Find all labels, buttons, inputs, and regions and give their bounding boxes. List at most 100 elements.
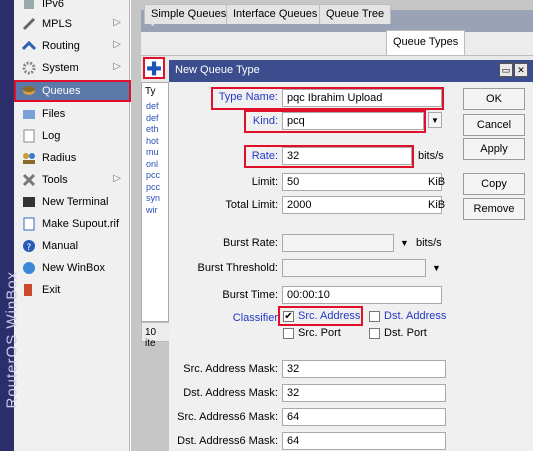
sidebar-item-new-winbox[interactable]: New WinBox [16,258,129,278]
sidebar-item-label: Make Supout.rif [42,218,120,230]
sidebar-item-make-supout[interactable]: Make Supout.rif [16,214,129,234]
exit-icon [22,283,36,297]
tools-icon [22,173,36,187]
src-address-label: Src. Address [298,310,361,322]
list-item[interactable]: syn [146,193,160,203]
src-address-mask-input[interactable]: 32 [282,360,446,378]
submenu-arrow-icon: ▷ [113,39,121,50]
submenu-arrow-icon: ▷ [113,173,121,184]
log-icon [22,129,36,143]
rate-label: Rate: [251,150,278,162]
list-item[interactable]: def [146,101,159,111]
dst-address-mask-label: Dst. Address Mask: [183,387,278,399]
list-item[interactable]: wir [146,205,158,215]
submenu-arrow-icon: ▷ [113,61,121,72]
svg-text:?: ? [27,243,32,253]
item-count: 10 ite [141,322,171,349]
tab-queue-tree[interactable]: Queue Tree [319,4,392,24]
gear-icon [22,61,36,75]
tab-simple-queues[interactable]: Simple Queues [144,4,234,24]
sidebar-item-queues[interactable]: Queues [14,80,131,102]
kind-label: Kind: [252,115,278,127]
total-limit-input[interactable]: 2000 [282,196,442,214]
help-icon: ? [22,239,36,253]
burst-rate-unit: bits/s [416,237,442,249]
column-header-type[interactable]: Ty [145,86,156,97]
list-item[interactable]: pcc [146,170,160,180]
terminal-icon [22,195,36,209]
dialog-title: New Queue Type [169,60,533,82]
sidebar-item-manual[interactable]: ? Manual [16,236,129,256]
radius-icon [22,151,36,165]
folder-icon [22,107,36,121]
list-item[interactable]: onl [146,159,158,169]
total-limit-label: Total Limit: [225,199,278,211]
sidebar-item-label: Queues [42,85,81,97]
limit-input[interactable]: 50 [282,173,442,191]
sidebar-item-label: IPv6 [42,0,65,10]
rate-input[interactable]: 32 [282,147,412,165]
sidebar-item-label: Exit [42,284,61,296]
ok-button[interactable]: OK [463,88,525,110]
sidebar-item-tools[interactable]: Tools ▷ [16,170,129,190]
list-item[interactable]: pcc [146,182,160,192]
tab-interface-queues[interactable]: Interface Queues [226,4,325,24]
winbox-icon [22,261,36,275]
src-address-checkbox[interactable]: ✔ [283,311,294,322]
list-item[interactable]: def [146,113,159,123]
limit-label: Limit: [251,176,278,188]
list-item[interactable]: hot [146,136,159,146]
dst-address6-mask-label: Dst. Address6 Mask: [177,435,278,447]
copy-button[interactable]: Copy [463,173,525,195]
sidebar-item-routing[interactable]: Routing ▷ [16,36,129,56]
sidebar-item-radius[interactable]: Radius [16,148,129,168]
burst-rate-input[interactable] [282,234,394,252]
kind-dropdown-icon[interactable]: ▼ [428,112,442,128]
tab-queue-types[interactable]: Queue Types [386,30,466,55]
cancel-button[interactable]: Cancel [463,114,525,136]
src-address-mask-label: Src. Address Mask: [183,363,278,375]
sidebar-item-label: System [42,62,79,74]
dst-address-checkbox[interactable] [369,311,380,322]
apply-button[interactable]: Apply [463,138,525,160]
brand-strip: RouterOS WinBox [0,0,21,451]
rate-unit: bits/s [418,150,444,162]
remove-button[interactable]: Remove [463,198,525,220]
sidebar-item-new-terminal[interactable]: New Terminal [16,192,129,212]
add-button[interactable]: ✚ [143,57,165,79]
dst-port-checkbox[interactable] [369,328,380,339]
burst-threshold-input[interactable] [282,259,426,277]
sidebar-item-label: Radius [42,152,77,164]
sidebar-item-label: Files [42,108,66,120]
type-name-input[interactable]: pqc Ibrahim Upload [282,89,442,107]
sidebar-item-mpls[interactable]: MPLS ▷ [16,14,129,34]
sidebar-item-exit[interactable]: Exit [16,280,129,300]
submenu-arrow-icon: ▷ [113,17,121,28]
sidebar-item-label: Log [42,130,61,142]
document-icon [22,217,36,231]
close-icon[interactable]: ✕ [514,63,528,77]
sidebar-item-files[interactable]: Files [16,104,129,124]
dst-address6-mask-input[interactable]: 64 [282,432,446,450]
burst-time-input[interactable]: 00:00:10 [282,286,442,304]
dst-address-mask-input[interactable]: 32 [282,384,446,402]
total-limit-unit: KiB [428,199,446,211]
routing-icon [21,39,37,53]
sidebar-item-ipv6[interactable]: IPv6 [16,0,129,14]
burst-time-label: Burst Time: [222,289,278,301]
restore-icon[interactable]: ▭ [499,63,513,77]
sidebar-item-label: Routing [42,40,80,52]
src-address6-mask-input[interactable]: 64 [282,408,446,426]
ipv6-icon [22,0,36,11]
burst-rate-dropdown-icon[interactable]: ▼ [400,238,409,248]
sidebar-item-log[interactable]: Log [16,126,129,146]
list-item[interactable]: mu [146,147,159,157]
sidebar-item-label: New WinBox [42,262,105,274]
sidebar-item-label: MPLS [42,18,72,30]
list-item[interactable]: eth [146,124,159,134]
sidebar-item-system[interactable]: System ▷ [16,58,129,78]
src-port-checkbox[interactable] [283,328,294,339]
burst-threshold-dropdown-icon[interactable]: ▼ [432,263,441,273]
kind-select[interactable]: pcq [282,112,424,130]
classifier-label: Classifier [232,312,278,324]
